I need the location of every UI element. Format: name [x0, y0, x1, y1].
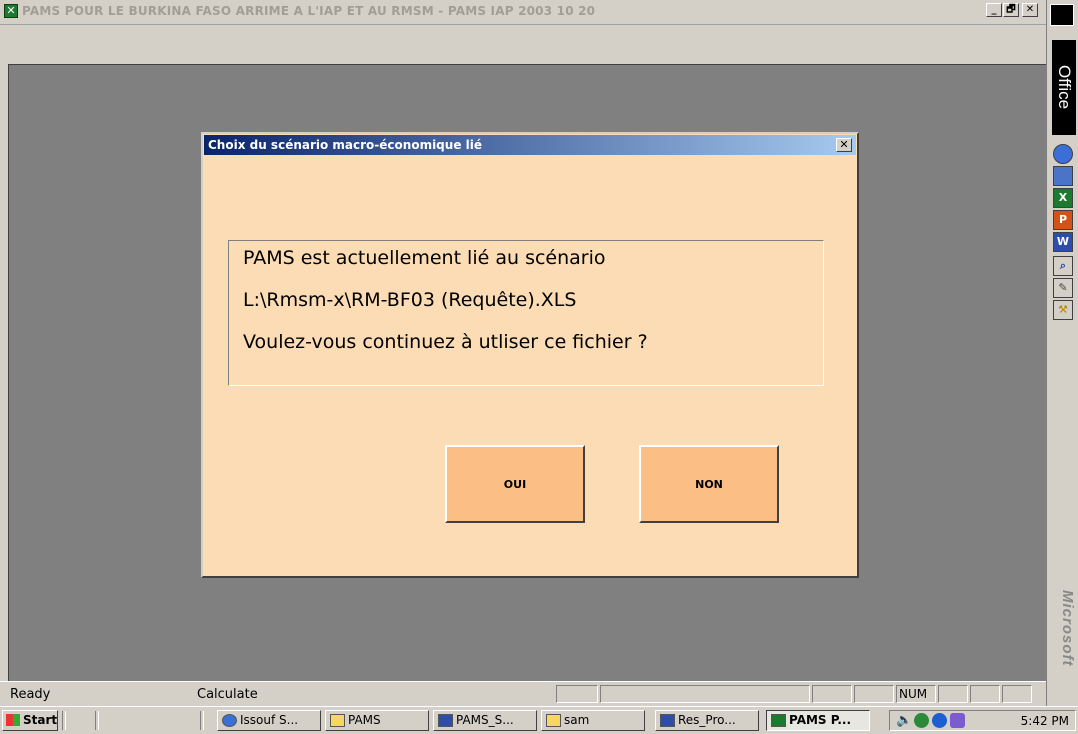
status-cell	[1002, 685, 1032, 703]
windows-flag-icon	[6, 714, 20, 726]
office-menu-icon[interactable]	[1050, 4, 1074, 26]
status-cell	[556, 685, 598, 703]
dialog-close-button[interactable]: ✕	[836, 138, 852, 152]
task-label: PAMS P...	[789, 713, 852, 727]
word-icon	[660, 714, 675, 727]
powerpoint-icon[interactable]: P	[1053, 210, 1073, 230]
tools-icon[interactable]: ⚒	[1053, 300, 1073, 320]
task-item-pams-s[interactable]: PAMS_S...	[433, 710, 537, 731]
status-cell	[970, 685, 1000, 703]
task-item-pams-p[interactable]: PAMS P...	[766, 710, 870, 731]
folder-icon	[330, 714, 345, 727]
task-label: Res_Pro...	[678, 713, 736, 727]
system-tray: 🔈 5:42 PM	[889, 710, 1076, 731]
antivirus-icon[interactable]	[950, 713, 965, 728]
dialog-titlebar: Choix du scénario macro-économique lié ✕	[204, 135, 856, 155]
close-button[interactable]: ✕	[1022, 3, 1038, 17]
task-label: sam	[564, 713, 590, 727]
message-line-1: PAMS est actuellement lié au scénario	[243, 247, 606, 269]
status-mode: Calculate	[197, 687, 258, 702]
statusbar: Ready Calculate NUM	[0, 681, 1046, 707]
messenger-icon[interactable]	[932, 713, 947, 728]
volume-icon[interactable]: 🔈	[896, 713, 912, 728]
ie-icon	[222, 714, 237, 727]
window-title: PAMS POUR LE BURKINA FASO ARRIME A L'IAP…	[22, 4, 596, 18]
office-label: Office	[1052, 40, 1076, 135]
taskbar: Start Issouf S... PAMS PAMS_S... sam Res…	[0, 706, 1078, 734]
scenario-dialog: Choix du scénario macro-économique lié ✕…	[201, 132, 859, 578]
taskbar-separator	[95, 711, 99, 730]
window-titlebar: ✕ PAMS POUR LE BURKINA FASO ARRIME A L'I…	[0, 0, 1046, 25]
taskbar-separator	[200, 711, 204, 730]
start-button[interactable]: Start	[2, 710, 58, 731]
status-cell	[600, 685, 810, 703]
message-line-2: L:\Rmsm-x\RM-BF03 (Requête).XLS	[243, 289, 577, 311]
task-item-pams-folder[interactable]: PAMS	[325, 710, 429, 731]
ie-icon[interactable]	[1053, 144, 1073, 164]
toolbar-area	[0, 25, 1046, 63]
find-icon[interactable]: ⌕	[1053, 256, 1073, 276]
status-cell	[938, 685, 968, 703]
note-icon[interactable]: ✎	[1053, 278, 1073, 298]
word-icon[interactable]: W	[1053, 232, 1073, 252]
task-item-sam[interactable]: sam	[541, 710, 645, 731]
clock: 5:42 PM	[1020, 714, 1069, 728]
status-cell	[812, 685, 852, 703]
yes-button[interactable]: OUI	[445, 445, 585, 523]
task-item-res-pro[interactable]: Res_Pro...	[655, 710, 759, 731]
excel-icon[interactable]: X	[1053, 188, 1073, 208]
netscape-icon[interactable]	[1053, 166, 1073, 186]
no-button[interactable]: NON	[639, 445, 779, 523]
message-box: PAMS est actuellement lié au scénario L:…	[228, 240, 824, 386]
office-shortcut-bar: Office X P W ⌕ ✎ ⚒ Microsoft	[1046, 0, 1078, 706]
word-icon	[438, 714, 453, 727]
task-label: PAMS	[348, 713, 381, 727]
status-num: NUM	[896, 685, 936, 703]
start-label: Start	[23, 713, 58, 727]
microsoft-brand: Microsoft	[1059, 590, 1076, 667]
dialog-title: Choix du scénario macro-économique lié	[208, 138, 482, 152]
excel-icon[interactable]: ✕	[4, 4, 18, 18]
network-icon[interactable]	[914, 713, 929, 728]
task-label: PAMS_S...	[456, 713, 514, 727]
taskbar-separator	[62, 711, 66, 730]
task-item-issouf[interactable]: Issouf S...	[217, 710, 321, 731]
excel-icon	[771, 714, 786, 727]
folder-icon	[546, 714, 561, 727]
status-cell	[854, 685, 894, 703]
minimize-button[interactable]: _	[986, 3, 1002, 17]
message-line-3: Voulez-vous continuez à utliser ce fichi…	[243, 331, 648, 353]
restore-button[interactable]: 🗗	[1003, 3, 1019, 17]
task-label: Issouf S...	[240, 713, 299, 727]
status-ready: Ready	[10, 687, 51, 702]
